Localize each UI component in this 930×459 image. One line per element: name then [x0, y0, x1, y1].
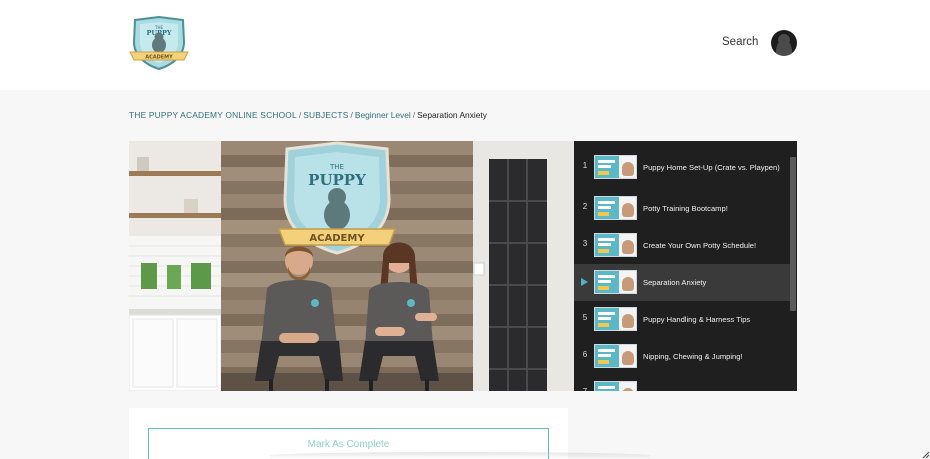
playlist-item-title: Nipping, Chewing & Jumping!	[643, 351, 743, 361]
video-scene: THE PUPPY ACADEMY	[129, 141, 574, 391]
sign-text-banner: ACADEMY	[309, 233, 365, 244]
playlist-thumbnail	[594, 344, 637, 368]
sign-text-main: PUPPY	[308, 171, 366, 189]
playlist-scrollbar[interactable]	[790, 157, 796, 311]
breadcrumb: THE PUPPY ACADEMY Online School / SUBJECTS…	[129, 110, 487, 120]
playlist-item[interactable]: 5 Puppy Handling & Harness Tips	[574, 301, 790, 338]
playlist-item-title: Separation Anxiety	[643, 277, 707, 287]
card-shadow	[270, 452, 650, 459]
search-link[interactable]: Search	[722, 36, 758, 48]
playlist-thumbnail	[594, 381, 637, 391]
playlist-item[interactable]: 1 Puppy Home Set-Up (Crate vs. Playpen)	[574, 149, 790, 186]
breadcrumb-subjects[interactable]: SUBJECTS	[303, 110, 348, 120]
playlist-item-title: Puppy Handling & Harness Tips	[643, 314, 751, 324]
playlist-item-number: 5	[582, 313, 588, 322]
playlist-item[interactable]: 2 Potty Training Bootcamp!	[574, 190, 790, 227]
playlist-item[interactable]: 6 Nipping, Chewing & Jumping!	[574, 338, 790, 375]
breadcrumb-current: Separation Anxiety	[417, 110, 487, 120]
playlist-item-number: 2	[582, 202, 588, 211]
resize-handle-icon[interactable]	[920, 449, 930, 459]
video-player: THE PUPPY ACADEMY 1 Puppy Home Set-Up (C…	[129, 141, 797, 391]
playlist-item-number: 6	[582, 350, 588, 359]
playlist-item-number: 3	[582, 239, 588, 248]
breadcrumb-school-label: THE PUPPY ACADEMY Online School	[129, 110, 297, 120]
site-header: THE PUPPY ACADEMY Search	[0, 0, 930, 90]
playlist-item-title: Potty Training Bootcamp!	[643, 203, 728, 213]
playlist-thumbnail	[594, 155, 637, 179]
user-avatar[interactable]	[771, 30, 797, 56]
playlist-item-number: 7	[581, 387, 589, 391]
playlist-item-title: Create Your Own Potty Schedule!	[643, 240, 757, 250]
playlist-thumbnail	[594, 270, 637, 294]
playlist-item-active[interactable]: Separation Anxiety	[574, 264, 790, 301]
playlist-item[interactable]: 7	[574, 375, 790, 391]
video-frame[interactable]: THE PUPPY ACADEMY	[129, 141, 574, 391]
breadcrumb-school[interactable]: THE PUPPY ACADEMY Online School	[129, 110, 297, 120]
playlist-item[interactable]: 3 Create Your Own Potty Schedule!	[574, 227, 790, 264]
sign-text-top: THE	[329, 163, 344, 171]
video-playlist: 1 Puppy Home Set-Up (Crate vs. Playpen) …	[574, 141, 797, 391]
playlist-thumbnail	[594, 233, 637, 257]
logo-text-banner: ACADEMY	[145, 55, 173, 61]
playlist-thumbnail	[594, 196, 637, 220]
playlist-item-title: Puppy Home Set-Up (Crate vs. Playpen)	[643, 162, 780, 172]
playlist-item-title	[643, 375, 783, 391]
playlist-item-number: 1	[582, 161, 588, 170]
playlist-thumbnail	[594, 307, 637, 331]
puppy-academy-logo[interactable]: THE PUPPY ACADEMY	[128, 14, 190, 72]
breadcrumb-level[interactable]: Beginner Level	[355, 110, 411, 120]
now-playing-icon	[581, 278, 588, 286]
